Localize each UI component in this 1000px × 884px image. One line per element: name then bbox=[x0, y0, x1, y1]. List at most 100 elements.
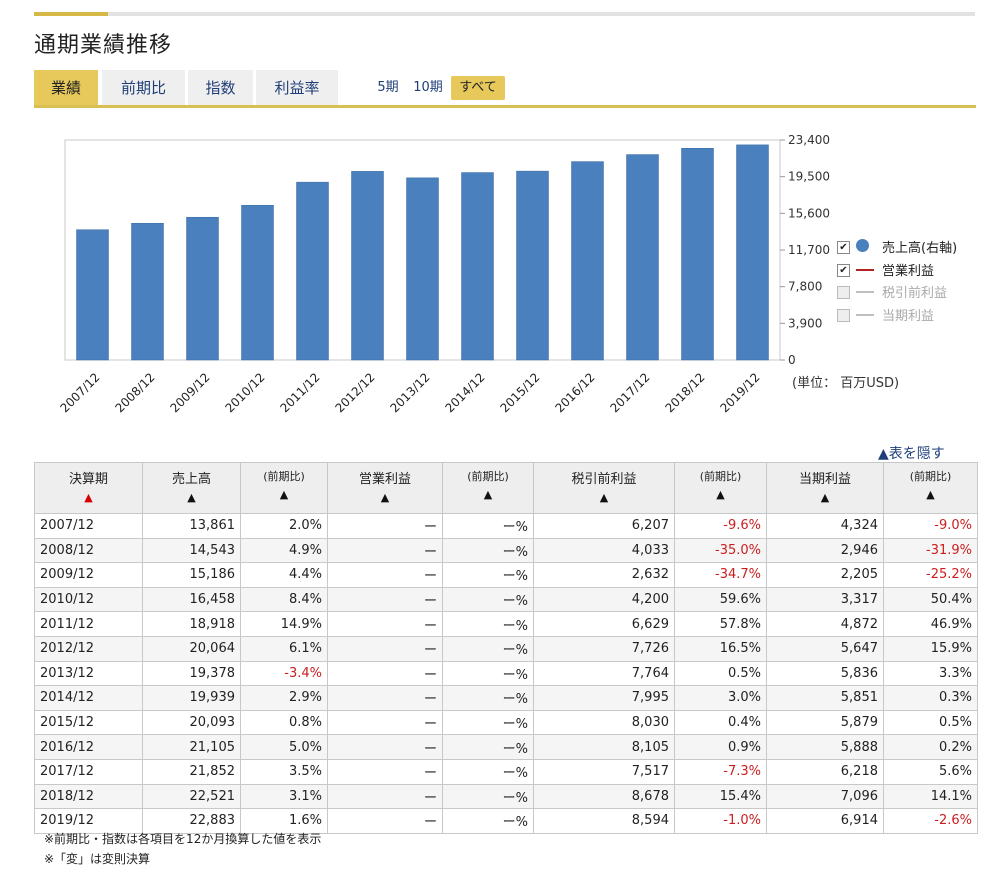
header-revenue-yoy[interactable]: (前期比) ▲ bbox=[240, 462, 328, 514]
cell-pretax-income: 7,764 bbox=[533, 660, 675, 687]
sort-arrow-icon[interactable]: ▲ bbox=[36, 491, 141, 504]
cell-net-yoy: -31.9% bbox=[883, 537, 978, 564]
header-net-income[interactable]: 当期利益 ▲ bbox=[766, 462, 884, 514]
legend-checkbox-pretax[interactable] bbox=[837, 286, 850, 299]
hide-table-link[interactable]: ▲表を隠す bbox=[878, 443, 945, 463]
cell-operating-income: ー bbox=[327, 562, 443, 588]
table-row: 2017/12 21,852 3.5% ーー% 7,517 -7.3% 6,218 5.6% bbox=[34, 758, 978, 785]
line-marker-icon bbox=[856, 291, 874, 293]
cell-period: 2012/12 bbox=[34, 635, 143, 662]
cell-pretax-income: 8,105 bbox=[533, 734, 675, 760]
cell-operating-income: ー bbox=[327, 783, 443, 810]
cell-operating-yoy: ー% bbox=[442, 808, 534, 834]
cell-period: 2018/12 bbox=[34, 783, 143, 810]
tab-yoy[interactable]: 前期比 bbox=[102, 70, 185, 106]
cell-period: 2009/12 bbox=[34, 562, 143, 588]
cell-operating-yoy: ー% bbox=[442, 685, 534, 711]
cell-net-income: 5,888 bbox=[766, 734, 884, 760]
y-tick-label: 11,700 bbox=[788, 243, 830, 257]
period-5[interactable]: 5期 bbox=[372, 76, 404, 100]
header-pretax-yoy[interactable]: (前期比) ▲ bbox=[674, 462, 767, 514]
cell-period: 2010/12 bbox=[34, 586, 143, 613]
sort-arrow-icon[interactable]: ▲ bbox=[535, 491, 673, 504]
unit-label: (単位： 百万USD) bbox=[792, 376, 900, 391]
sort-arrow-icon[interactable]: ▲ bbox=[676, 488, 765, 501]
cell-period: 2014/12 bbox=[34, 685, 143, 711]
header-label: (前期比) bbox=[909, 470, 952, 483]
cell-net-yoy: 50.4% bbox=[883, 586, 978, 613]
cell-revenue: 22,521 bbox=[142, 783, 241, 810]
cell-pretax-income: 8,678 bbox=[533, 783, 675, 810]
cell-operating-income: ー bbox=[327, 513, 443, 539]
results-table: 決算期 ▲ 売上高 ▲ (前期比) ▲ 営業利益 ▲ (前期比) ▲ 税引前利益 ▲ (前期比) ▲ 当期利… bbox=[34, 462, 978, 834]
header-label: 売上高 bbox=[171, 472, 211, 487]
cell-net-income: 5,879 bbox=[766, 709, 884, 736]
header-pretax-income[interactable]: 税引前利益 ▲ bbox=[533, 462, 675, 514]
cell-revenue-yoy: 2.9% bbox=[240, 685, 328, 711]
x-tick-label: 2014/12 bbox=[442, 370, 487, 415]
legend-checkbox-operating[interactable]: ✔ bbox=[837, 263, 850, 277]
sort-arrow-icon[interactable]: ▲ bbox=[444, 488, 532, 501]
period-all[interactable]: すべて bbox=[451, 76, 505, 100]
cell-pretax-yoy: -1.0% bbox=[674, 808, 767, 834]
cell-net-income: 5,851 bbox=[766, 685, 884, 711]
y-tick-label: 3,900 bbox=[788, 316, 822, 330]
cell-revenue: 19,378 bbox=[142, 660, 241, 687]
header-period[interactable]: 決算期 ▲ bbox=[34, 462, 143, 514]
cell-revenue-yoy: 14.9% bbox=[240, 611, 328, 637]
x-tick-label: 2010/12 bbox=[222, 370, 267, 415]
cell-net-yoy: 0.2% bbox=[883, 734, 978, 760]
cell-operating-yoy: ー% bbox=[442, 586, 534, 613]
bar-revenue bbox=[131, 223, 164, 361]
bar-revenue bbox=[186, 216, 219, 361]
header-operating-yoy[interactable]: (前期比) ▲ bbox=[442, 462, 534, 514]
cell-pretax-income: 7,995 bbox=[533, 685, 675, 711]
table-row: 2013/12 19,378 -3.4% ーー% 7,764 0.5% 5,836 3.3% bbox=[34, 660, 978, 687]
sort-arrow-icon[interactable]: ▲ bbox=[885, 488, 976, 501]
legend-label-net: 当期利益 bbox=[882, 308, 935, 324]
page-title: 通期業績推移 bbox=[34, 33, 173, 58]
bar-revenue bbox=[736, 144, 769, 361]
cell-pretax-yoy: 0.9% bbox=[674, 734, 767, 760]
sort-arrow-icon[interactable]: ▲ bbox=[329, 491, 441, 504]
bar-revenue bbox=[76, 229, 109, 361]
bar-revenue bbox=[296, 181, 329, 361]
sort-arrow-icon[interactable]: ▲ bbox=[768, 491, 882, 504]
cell-operating-income: ー bbox=[327, 758, 443, 785]
header-revenue[interactable]: 売上高 ▲ bbox=[142, 462, 241, 514]
table-row: 2011/12 18,918 14.9% ーー% 6,629 57.8% 4,872 46.9… bbox=[34, 611, 978, 637]
header-operating-income[interactable]: 営業利益 ▲ bbox=[327, 462, 443, 514]
tab-margin[interactable]: 利益率 bbox=[256, 70, 338, 106]
header-label: (前期比) bbox=[699, 470, 742, 483]
x-tick-label: 2008/12 bbox=[112, 370, 157, 415]
cell-pretax-yoy: 0.4% bbox=[674, 709, 767, 736]
legend-checkbox-net[interactable] bbox=[837, 308, 850, 322]
table-row: 2015/12 20,093 0.8% ーー% 8,030 0.4% 5,879 0.5% bbox=[34, 709, 978, 736]
cell-revenue: 13,861 bbox=[142, 513, 241, 539]
cell-pretax-yoy: -35.0% bbox=[674, 537, 767, 564]
cell-operating-yoy: ー% bbox=[442, 783, 534, 810]
bar-revenue bbox=[241, 205, 274, 361]
header-label: (前期比) bbox=[467, 470, 509, 483]
cell-revenue-yoy: 8.4% bbox=[240, 586, 328, 613]
sort-arrow-icon[interactable]: ▲ bbox=[242, 488, 326, 501]
cell-revenue-yoy: -3.4% bbox=[240, 660, 328, 687]
tab-index[interactable]: 指数 bbox=[188, 70, 253, 106]
legend-checkbox-revenue[interactable]: ✔ bbox=[837, 241, 850, 254]
cell-period: 2016/12 bbox=[34, 734, 143, 760]
bar-revenue bbox=[461, 172, 494, 361]
cell-period: 2011/12 bbox=[34, 611, 143, 637]
table-row: 2007/12 13,861 2.0% ーー% 6,207 -9.6% 4,324 -9.0% bbox=[34, 513, 978, 539]
bar-revenue bbox=[406, 177, 439, 361]
y-tick-label: 15,600 bbox=[788, 206, 830, 220]
sort-arrow-icon[interactable]: ▲ bbox=[144, 491, 239, 504]
header-net-yoy[interactable]: (前期比) ▲ bbox=[883, 462, 978, 514]
cell-pretax-yoy: 59.6% bbox=[674, 586, 767, 613]
cell-net-yoy: -2.6% bbox=[883, 808, 978, 834]
cell-net-income: 6,218 bbox=[766, 758, 884, 785]
line-marker-icon bbox=[856, 313, 874, 316]
cell-net-income: 4,872 bbox=[766, 611, 884, 637]
tab-performance[interactable]: 業績 bbox=[34, 70, 98, 106]
period-10[interactable]: 10期 bbox=[408, 76, 448, 100]
cell-net-income: 4,324 bbox=[766, 513, 884, 539]
